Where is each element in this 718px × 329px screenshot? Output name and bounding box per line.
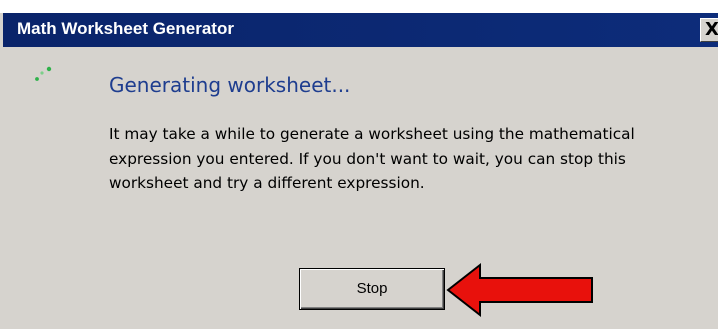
stop-button[interactable]: Stop <box>299 268 445 310</box>
dialog-window: Math Worksheet Generator X Generating wo… <box>0 13 718 329</box>
spinner-dot <box>46 66 52 72</box>
progress-message: It may take a while to generate a worksh… <box>109 125 635 192</box>
red-arrow-icon <box>446 262 593 318</box>
progress-heading: Generating worksheet... <box>109 73 351 97</box>
stop-button-label: Stop <box>356 280 388 297</box>
close-button[interactable]: X <box>700 18 718 42</box>
close-icon: X <box>705 19 718 40</box>
spinner-dot <box>40 71 44 75</box>
spinner-dot <box>35 77 39 81</box>
arrow-shape <box>446 262 593 318</box>
title-bar[interactable]: Math Worksheet Generator <box>3 13 718 47</box>
busy-spinner-icon <box>35 66 52 81</box>
window-title: Math Worksheet Generator <box>17 19 234 38</box>
